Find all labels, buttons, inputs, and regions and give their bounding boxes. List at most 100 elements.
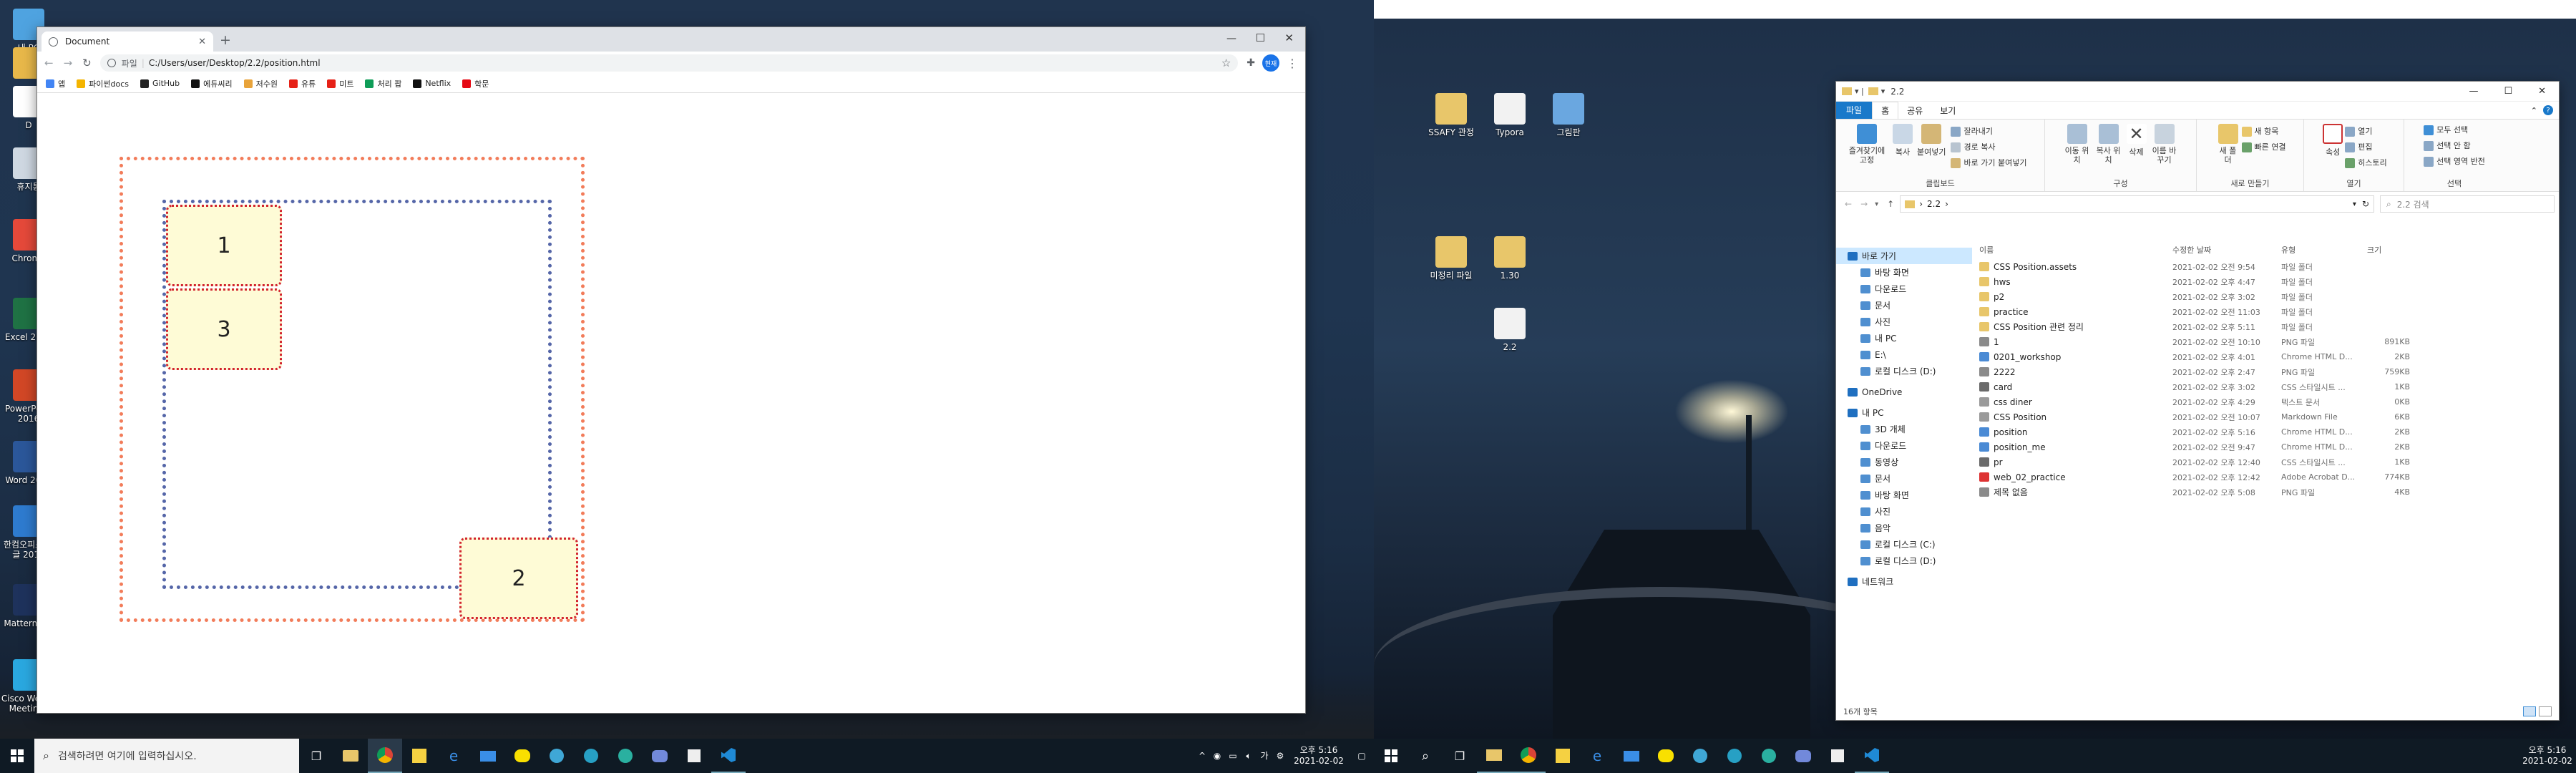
copy-path-button[interactable]: 경로 복사 [1951, 140, 2026, 155]
bookmark-item[interactable]: 에듀씨리 [191, 78, 233, 89]
nav-item[interactable]: 사진 [1836, 313, 1972, 330]
file-row[interactable]: pr 2021-02-02 오후 12:40 CSS 스타일시트 ... 1KB [1979, 454, 2559, 470]
maximize-button[interactable]: ☐ [2504, 86, 2512, 97]
file-explorer-taskbar-icon[interactable] [1477, 739, 1511, 773]
help-icon[interactable]: ? [2543, 105, 2553, 115]
delete-button[interactable]: ✕ 삭제 [2126, 124, 2147, 157]
bookmark-item[interactable]: 학문 [462, 78, 489, 89]
start-button[interactable] [1374, 739, 1408, 773]
network-icon[interactable]: ▭ [1225, 751, 1241, 762]
nav-item[interactable]: 내 PC [1836, 330, 1972, 346]
tab-view[interactable]: 보기 [1931, 102, 1964, 119]
open-button[interactable]: 열기 [2345, 124, 2386, 140]
edge-taskbar-icon[interactable]: e [436, 739, 471, 773]
minimize-button[interactable]: — [1226, 33, 1236, 44]
desktop-icon[interactable]: 1.30 [1481, 236, 1538, 281]
taskbar-search-box[interactable]: ⌕ 검색하려면 여기에 입력하십시오. [34, 739, 299, 773]
paste-button[interactable]: 붙여넣기 [1917, 124, 1946, 157]
bookmark-item[interactable]: 저수원 [243, 78, 278, 89]
back-icon[interactable]: ← [44, 57, 54, 69]
recent-dropdown-icon[interactable]: ▾ [1875, 200, 1878, 208]
nav-item[interactable]: 바로 가기 [1836, 248, 1972, 264]
file-row[interactable]: card 2021-02-02 오후 3:02 CSS 스타일시트 ... 1KB [1979, 379, 2559, 394]
nav-item[interactable]: 문서 [1836, 470, 1972, 487]
mail-taskbar-icon[interactable] [1614, 739, 1649, 773]
bookmark-item[interactable]: 유튜 [288, 78, 316, 89]
rename-button[interactable]: 이름 바꾸기 [2151, 124, 2178, 165]
quick-access-toolbar[interactable]: ▾ | [1855, 87, 1864, 96]
clock[interactable]: 오후 5:16 2021-02-02 [1288, 745, 1350, 767]
app-taskbar-icon[interactable] [608, 739, 643, 773]
menu-icon[interactable]: ⋮ [1287, 57, 1298, 70]
nav-item[interactable]: 다운로드 [1836, 437, 1972, 454]
new-tab-button[interactable]: + [220, 32, 231, 48]
file-row[interactable]: web_02_practice 2021-02-02 오후 12:42 Adobe … [1979, 470, 2559, 485]
up-icon[interactable]: ↑ [1887, 199, 1894, 209]
vscode-taskbar-icon[interactable] [1855, 739, 1889, 773]
task-view-button[interactable]: ❐ [1443, 739, 1477, 773]
nav-item[interactable]: 로컬 디스크 (C:) [1836, 536, 1972, 553]
reload-icon[interactable]: ↻ [82, 57, 92, 69]
desktop-icon[interactable]: 2.2 [1481, 308, 1538, 352]
bookmark-item[interactable]: 앱 [46, 78, 65, 89]
new-item-button[interactable]: 새 항목 [2241, 124, 2286, 140]
close-window-button[interactable]: ✕ [1284, 31, 1294, 44]
app-taskbar-icon[interactable] [1717, 739, 1752, 773]
nav-item[interactable]: OneDrive [1836, 384, 1972, 400]
nav-item[interactable]: 다운로드 [1836, 281, 1972, 297]
discord-taskbar-icon[interactable] [643, 739, 677, 773]
task-view-button[interactable]: ❐ [299, 739, 333, 773]
file-row[interactable]: CSS Position.assets 2021-02-02 오전 9:54 파일 … [1979, 259, 2559, 274]
nav-item[interactable]: 로컬 디스크 (D:) [1836, 363, 1972, 379]
properties-button[interactable]: 속성 [2323, 124, 2343, 157]
nav-item[interactable]: 바탕 화면 [1836, 264, 1972, 281]
app-taskbar-icon[interactable] [540, 739, 574, 773]
vscode-taskbar-icon[interactable] [711, 739, 746, 773]
edge-taskbar-icon[interactable]: e [1580, 739, 1614, 773]
minimize-button[interactable]: — [2469, 86, 2478, 97]
typora-taskbar-icon[interactable] [677, 739, 711, 773]
nav-item[interactable]: 바탕 화면 [1836, 487, 1972, 503]
paste-shortcut-button[interactable]: 바로 가기 붙여넣기 [1951, 155, 2026, 171]
file-row[interactable]: 1 2021-02-02 오전 10:10 PNG 파일 891KB [1979, 334, 2559, 349]
start-button[interactable] [0, 739, 34, 773]
nav-item[interactable]: 동영상 [1836, 454, 1972, 470]
volume-icon[interactable]: 🔈︎ [1241, 751, 1257, 762]
tray-app-icon[interactable]: ◉ [1209, 751, 1225, 762]
file-row[interactable]: CSS Position 관련 정리 2021-02-02 오후 5:11 파일 폴… [1979, 319, 2559, 334]
file-row[interactable]: position 2021-02-02 오후 5:16 Chrome HTML D.… [1979, 424, 2559, 439]
nav-item[interactable]: 음악 [1836, 520, 1972, 536]
maximize-button[interactable]: ☐ [1256, 31, 1265, 44]
close-window-button[interactable]: ✕ [2538, 86, 2546, 97]
col-name[interactable]: 이름 [1979, 244, 2172, 256]
sticky-taskbar-icon[interactable] [1546, 739, 1580, 773]
bookmark-item[interactable]: 처리 팝 [365, 78, 401, 89]
ime-indicator[interactable]: 가 [1257, 751, 1272, 762]
edit-button[interactable]: 편집 [2345, 140, 2386, 155]
desktop-icon[interactable]: 미정리 파일 [1423, 236, 1480, 281]
move-to-button[interactable]: 이동 위치 [2064, 124, 2091, 165]
notification-icon[interactable]: ▢ [1350, 751, 1374, 762]
extensions-icon[interactable]: ✚ [1246, 57, 1255, 69]
bookmark-item[interactable]: Netflix [413, 79, 451, 88]
explorer-search-box[interactable]: ⌕ 2.2 검색 [2380, 195, 2555, 213]
col-size[interactable]: 크기 [2367, 244, 2410, 256]
copy-to-button[interactable]: 복사 위치 [2095, 124, 2122, 165]
col-date[interactable]: 수정한 날짜 [2172, 244, 2281, 256]
file-row[interactable]: 0201_workshop 2021-02-02 오후 4:01 Chrome HT… [1979, 349, 2559, 364]
nav-item[interactable]: E:\ [1836, 346, 1972, 363]
desktop-icon[interactable]: Typora [1481, 93, 1538, 137]
file-row[interactable]: p2 2021-02-02 오후 3:02 파일 폴더 [1979, 289, 2559, 304]
nav-item[interactable]: 사진 [1836, 503, 1972, 520]
profile-avatar[interactable]: 현재 [1262, 54, 1279, 72]
tab-share[interactable]: 공유 [1898, 102, 1931, 119]
chrome-taskbar-icon[interactable] [368, 739, 402, 773]
info-icon[interactable] [107, 59, 116, 67]
nav-item[interactable]: 네트워크 [1836, 573, 1972, 590]
tray-chevron-icon[interactable]: ^ [1195, 751, 1209, 762]
quick-access-dropdown-icon[interactable]: ▾ [1881, 87, 1885, 96]
large-icons-view-icon[interactable] [2539, 706, 2552, 716]
file-row[interactable]: css diner 2021-02-02 오후 4:29 텍스트 문서 0KB [1979, 394, 2559, 409]
typora-taskbar-icon[interactable] [1820, 739, 1855, 773]
history-button[interactable]: 히스토리 [2345, 155, 2387, 171]
